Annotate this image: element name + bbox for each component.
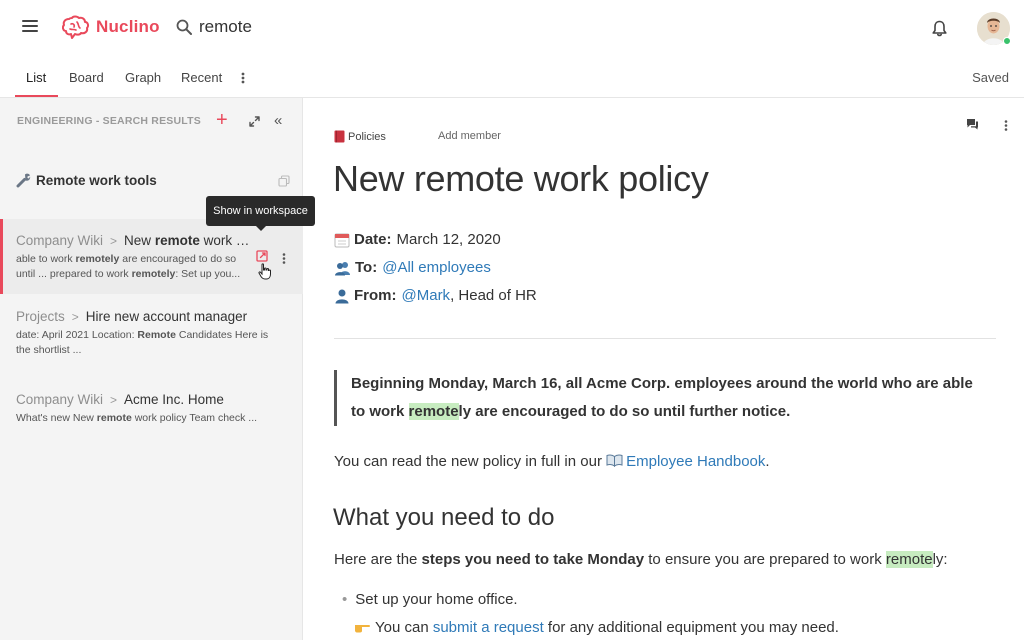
section-heading[interactable]: What you need to do xyxy=(333,504,554,532)
result-snippet: What's new New remote work policy Team c… xyxy=(16,412,258,424)
document-pane: Policies Add member New remote work poli… xyxy=(304,98,1024,640)
paragraph[interactable]: You can submit a request for any additio… xyxy=(354,619,839,636)
mention-link[interactable]: @All employees xyxy=(382,259,491,276)
list-item[interactable]: Set up your home office. xyxy=(342,591,517,608)
more-vertical-icon[interactable] xyxy=(241,71,245,89)
plus-icon[interactable]: + xyxy=(216,110,228,130)
tab-list[interactable]: List xyxy=(26,70,46,85)
submit-request-link[interactable]: submit a request xyxy=(433,619,544,636)
hamburger-icon[interactable] xyxy=(22,20,38,34)
wrench-icon xyxy=(16,173,31,188)
save-status: Saved xyxy=(972,70,1009,85)
result-title: Projects > Hire new account manager xyxy=(16,309,248,324)
online-status-dot xyxy=(1003,37,1011,45)
book-icon xyxy=(606,454,623,467)
tab-board[interactable]: Board xyxy=(69,70,104,85)
app-name: Nuclino xyxy=(96,17,160,36)
pinned-item[interactable]: Remote work tools xyxy=(16,172,157,188)
result-snippet: able to work remotely are encouraged to … xyxy=(16,253,241,280)
add-member-button[interactable]: Add member xyxy=(438,130,501,142)
list-item[interactable]: Company Wiki > Acme Inc. Home What's new N… xyxy=(0,392,303,426)
bell-icon[interactable] xyxy=(932,20,947,42)
search-highlight: remote xyxy=(885,551,933,568)
top-bar: Nuclino remote xyxy=(0,0,1024,58)
breadcrumb[interactable]: Policies xyxy=(334,130,386,143)
expand-icon[interactable] xyxy=(249,114,260,132)
app-logo[interactable]: Nuclino xyxy=(62,15,160,39)
search-input[interactable]: remote xyxy=(199,17,252,37)
divider xyxy=(334,338,996,339)
paragraph[interactable]: Here are the steps you need to take Mond… xyxy=(334,551,948,568)
result-title: Company Wiki > Acme Inc. Home xyxy=(16,392,224,407)
tab-recent[interactable]: Recent xyxy=(181,70,222,85)
pinned-item-label: Remote work tools xyxy=(36,172,157,188)
tab-graph[interactable]: Graph xyxy=(125,70,161,85)
paragraph[interactable]: You can read the new policy in full in o… xyxy=(334,453,770,470)
page-title[interactable]: New remote work policy xyxy=(333,158,709,200)
search-icon[interactable] xyxy=(176,19,192,40)
list-item[interactable]: Projects > Hire new account manager date: … xyxy=(0,309,303,358)
copy-icon[interactable] xyxy=(278,174,290,192)
meta-to: To: @All employees xyxy=(334,259,491,276)
more-vertical-icon[interactable] xyxy=(1004,118,1008,136)
book-icon xyxy=(334,130,345,143)
pointer-hand-cursor xyxy=(258,263,272,285)
tooltip: Show in workspace xyxy=(206,196,315,231)
people-icon xyxy=(335,261,350,275)
blockquote[interactable]: Beginning Monday, March 16, all Acme Cor… xyxy=(334,370,998,426)
person-icon xyxy=(335,289,349,303)
more-vertical-icon[interactable] xyxy=(282,251,286,269)
handbook-link[interactable]: Employee Handbook xyxy=(626,453,765,470)
result-title: Company Wiki>New remote work policy xyxy=(16,233,251,248)
meta-from: From: @Mark, Head of HR xyxy=(334,287,537,304)
collapse-icon[interactable]: « xyxy=(274,112,282,129)
view-tabs: List Board Graph Recent Saved xyxy=(0,58,1024,98)
sidebar: ENGINEERING - SEARCH RESULTS + « Remote … xyxy=(0,98,303,640)
meta-date: Date: March 12, 2020 xyxy=(334,231,501,248)
sidebar-heading: ENGINEERING - SEARCH RESULTS xyxy=(17,115,201,127)
brain-logo-icon xyxy=(62,15,90,39)
active-tab-indicator xyxy=(15,95,58,97)
comment-icon[interactable] xyxy=(966,117,979,135)
calendar-icon xyxy=(334,233,350,247)
result-snippet: date: April 2021 Location: Remote Candid… xyxy=(16,329,269,356)
search-highlight: remote xyxy=(408,403,459,420)
mention-link[interactable]: @Mark xyxy=(402,287,451,304)
pointing-hand-icon xyxy=(355,625,370,633)
